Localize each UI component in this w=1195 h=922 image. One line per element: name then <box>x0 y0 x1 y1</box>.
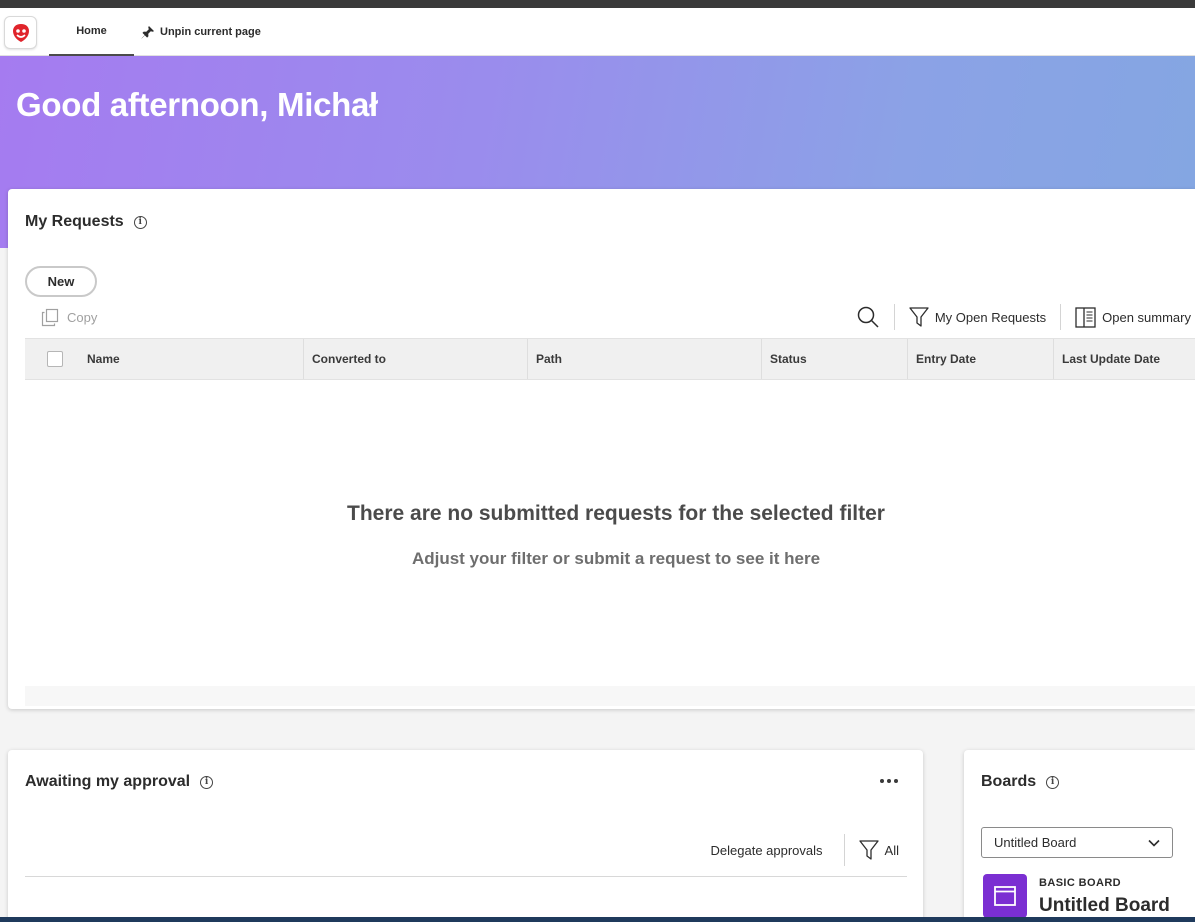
awaiting-approval-header: Awaiting my approval i <box>25 773 214 791</box>
info-icon[interactable]: i <box>133 215 147 229</box>
window-top-strip <box>0 0 1195 8</box>
open-summary-label: Open summary <box>1102 309 1191 325</box>
new-request-button[interactable]: New <box>25 266 97 297</box>
boards-card: Boards i Untitled Board BASIC BOARD Unti… <box>964 750 1195 922</box>
column-header-status[interactable]: Status <box>761 339 907 379</box>
empty-state-title: There are no submitted requests for the … <box>347 502 885 525</box>
column-header-last-update-date[interactable]: Last Update Date <box>1053 339 1195 379</box>
filter-icon <box>909 307 929 327</box>
search-icon[interactable] <box>856 305 880 329</box>
board-select-value: Untitled Board <box>994 835 1077 850</box>
board-type-label: BASIC BOARD <box>1039 877 1122 889</box>
table-footer <box>25 686 1195 706</box>
filter-icon <box>858 840 879 860</box>
top-navigation: Home Unpin current page <box>0 8 1195 56</box>
my-requests-title: My Requests <box>25 213 124 230</box>
copy-icon <box>41 308 59 327</box>
my-requests-card: My Requests i New Copy My Open Requests <box>8 189 1195 709</box>
toolbar-divider <box>1060 304 1062 330</box>
copy-label: Copy <box>67 310 98 325</box>
info-icon[interactable]: i <box>200 775 214 789</box>
open-summary-button[interactable]: Open summary <box>1075 306 1191 328</box>
column-header-entry-date[interactable]: Entry Date <box>907 339 1053 379</box>
requests-toolbar: My Open Requests Open summary <box>856 303 1191 331</box>
select-all-checkbox[interactable] <box>47 351 63 367</box>
filter-my-open-requests[interactable]: My Open Requests <box>909 306 1046 328</box>
copy-button[interactable]: Copy <box>41 308 97 327</box>
board-name-link[interactable]: Untitled Board <box>1039 895 1170 917</box>
filter-label: My Open Requests <box>934 309 1047 325</box>
approval-filter-label: All <box>884 842 899 858</box>
greeting-title: Good afternoon, Michał <box>16 86 378 123</box>
column-header-converted-to[interactable]: Converted to <box>303 339 527 379</box>
delegate-approvals-button[interactable]: Delegate approvals <box>711 843 823 858</box>
boards-header: Boards i <box>981 773 1060 791</box>
summary-panel-icon <box>1075 306 1096 328</box>
more-options-icon[interactable] <box>880 779 898 783</box>
toolbar-divider <box>843 834 845 866</box>
info-icon[interactable]: i <box>1046 775 1060 789</box>
toolbar-divider <box>893 304 895 330</box>
awaiting-approval-title: Awaiting my approval <box>25 773 191 790</box>
empty-state-subtitle: Adjust your filter or submit a request t… <box>411 549 821 568</box>
my-requests-header: My Requests i <box>25 213 147 231</box>
boards-title: Boards <box>981 773 1037 790</box>
column-header-path[interactable]: Path <box>527 339 761 379</box>
unpin-page-label: Unpin current page <box>160 26 261 38</box>
board-select-dropdown[interactable]: Untitled Board <box>981 827 1173 858</box>
column-header-name[interactable]: Name <box>79 339 303 379</box>
approval-toolbar: Delegate approvals All <box>711 834 899 866</box>
workfront-logo-icon[interactable] <box>4 16 37 49</box>
unpin-page-button[interactable]: Unpin current page <box>140 8 261 56</box>
approval-filter-all[interactable]: All <box>858 839 899 861</box>
board-icon[interactable] <box>983 874 1027 918</box>
chevron-down-icon <box>1148 839 1160 847</box>
window-bottom-strip <box>0 917 1195 922</box>
divider <box>25 876 907 877</box>
nav-tab-home[interactable]: Home <box>49 8 134 56</box>
requests-table-header: Name Converted to Path Status Entry Date… <box>25 338 1195 380</box>
awaiting-approval-card: Awaiting my approval i Delegate approval… <box>8 750 923 922</box>
pin-icon <box>141 25 155 38</box>
